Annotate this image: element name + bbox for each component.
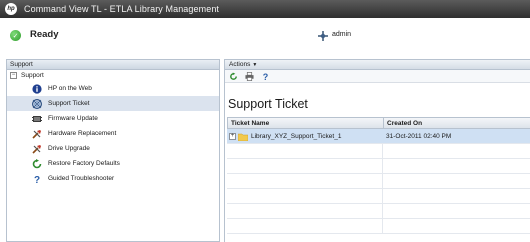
expand-toggle[interactable]: + [229,133,236,140]
status-bar: ✓ Ready admin [0,18,530,56]
tree-item-label: Hardware Replacement [48,130,117,137]
empty-row [227,174,530,189]
tree-root-support[interactable]: − Support [7,70,219,81]
tree-item-label: Drive Upgrade [48,145,90,152]
ticket-name-text: Library_XYZ_Support_Ticket_1 [251,133,342,140]
info-icon [32,83,42,94]
question-icon: ? [32,174,42,184]
folder-icon [238,133,248,141]
empty-row [227,189,530,204]
table-row[interactable]: + Library_XYZ_Support_Ticket_1 31-Oct-20… [227,129,530,144]
chevron-down-icon: ▼ [252,62,258,68]
collapse-toggle[interactable]: − [10,72,17,79]
panel-header: Support [7,60,219,70]
navigation-panel: Support − Support HP on the Web Support … [6,59,220,242]
tree-item-restore-factory-defaults[interactable]: Restore Factory Defaults [7,156,219,171]
ready-check-icon: ✓ [10,30,21,41]
refresh-icon[interactable] [229,71,238,81]
tree-item-label: Restore Factory Defaults [48,160,120,167]
actions-menu[interactable]: Actions ▼ [225,60,530,70]
empty-cell [227,174,383,189]
empty-cell [227,204,383,219]
page-title: Support Ticket [228,97,308,111]
window-title: Command View TL - ETLA Library Managemen… [24,4,220,14]
tree-item-label: HP on the Web [48,85,92,92]
svg-text:?: ? [34,175,40,184]
column-header-created-on[interactable]: Created On [384,118,530,128]
tree-item-drive-upgrade[interactable]: Drive Upgrade [7,141,219,156]
drive-tools-icon [32,144,42,154]
user-icon [318,31,328,41]
empty-cell [383,159,530,174]
ticket-table: Ticket Name Created On + Library_XYZ_Sup… [227,117,530,234]
restore-icon [32,158,42,169]
tree-item-guided-troubleshooter[interactable]: ? Guided Troubleshooter [7,171,219,186]
empty-cell [227,189,383,204]
tree-item-label: Firmware Update [48,115,98,122]
empty-row [227,144,530,159]
content-panel: Actions ▼ ? Support Ticket Ticket Name Cr… [224,59,530,242]
user-name[interactable]: admin [332,31,351,38]
empty-cell [227,159,383,174]
firmware-icon [32,114,42,124]
tree-item-label: Guided Troubleshooter [48,175,115,182]
cell-ticket-name: + Library_XYZ_Support_Ticket_1 [227,129,383,144]
tree-root-label: Support [21,72,44,79]
status-text: Ready [30,29,59,40]
hp-logo-icon: hp [5,3,17,15]
empty-cell [383,174,530,189]
tree-item-hardware-replacement[interactable]: Hardware Replacement [7,126,219,141]
tree-item-label: Support Ticket [48,100,90,107]
actions-label: Actions [229,61,251,68]
tree-item-support-ticket[interactable]: Support Ticket [7,96,219,111]
empty-cell [383,144,530,159]
support-ticket-icon [32,98,42,109]
empty-cell [227,219,383,234]
empty-cell [383,189,530,204]
print-icon[interactable] [245,71,254,81]
table-header: Ticket Name Created On [227,117,530,129]
help-icon[interactable]: ? [261,72,270,81]
empty-cell [227,144,383,159]
empty-cell [383,204,530,219]
empty-cell [383,219,530,234]
title-bar: hp Command View TL - ETLA Library Manage… [0,0,530,18]
hardware-tools-icon [32,129,42,139]
column-header-ticket-name[interactable]: Ticket Name [228,118,384,128]
empty-row [227,219,530,234]
tree-item-hp-on-the-web[interactable]: HP on the Web [7,81,219,96]
svg-text:?: ? [263,72,269,81]
empty-row [227,159,530,174]
toolbar: ? [225,70,530,83]
tree-item-firmware-update[interactable]: Firmware Update [7,111,219,126]
cell-created-on: 31-Oct-2011 02:40 PM [386,133,452,140]
empty-row [227,204,530,219]
